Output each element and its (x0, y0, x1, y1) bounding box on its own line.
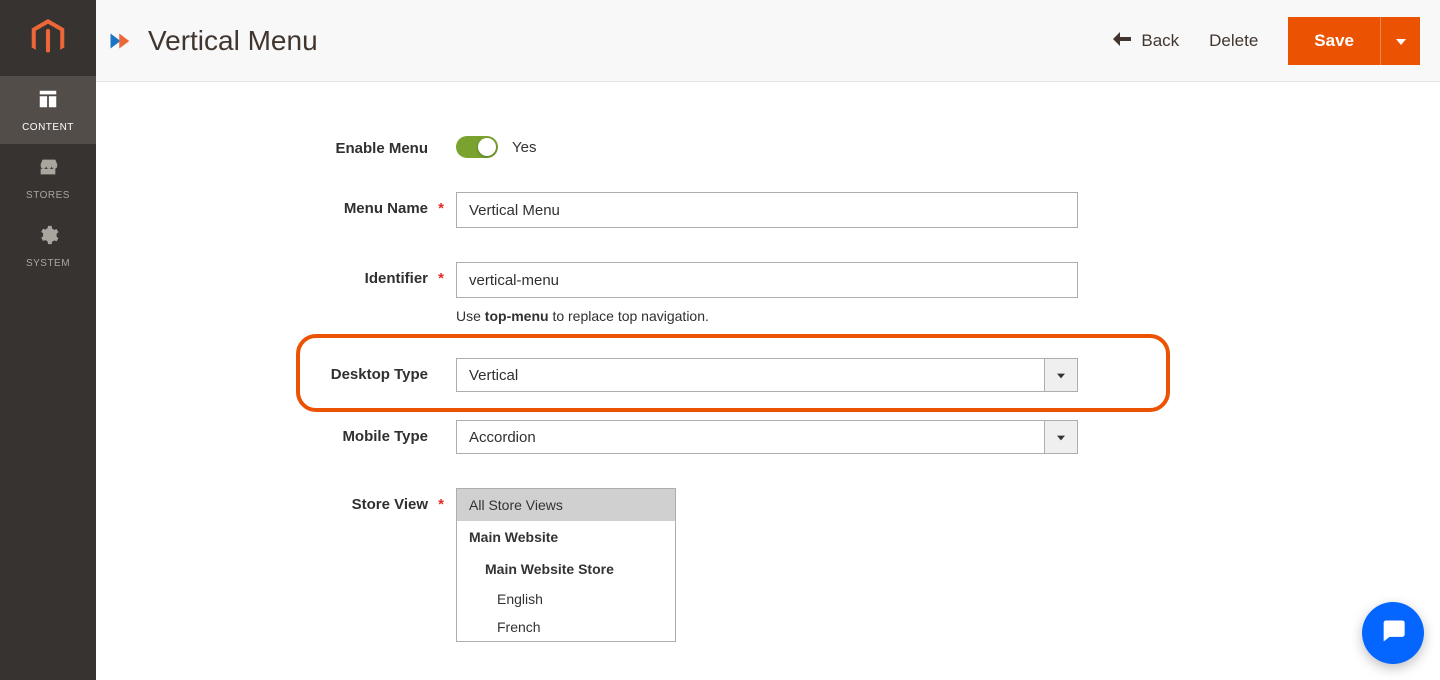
chevron-down-icon (1057, 366, 1065, 384)
store-option-all[interactable]: All Store Views (457, 489, 675, 521)
store-option-english[interactable]: English (457, 585, 675, 613)
menu-name-input[interactable] (456, 192, 1078, 228)
field-label: Menu Name (96, 192, 456, 217)
stores-icon (37, 156, 59, 184)
select-toggle[interactable] (1044, 358, 1078, 392)
save-button[interactable]: Save (1288, 17, 1380, 65)
system-icon (37, 224, 59, 252)
identifier-input[interactable] (456, 262, 1078, 298)
select-value: Accordion (456, 420, 1044, 454)
magento-logo[interactable] (0, 0, 96, 76)
toggle-knob (478, 138, 496, 156)
field-mobile-type: Mobile Type Accordion (96, 420, 1400, 454)
sidebar-item-system[interactable]: SYSTEM (0, 212, 96, 280)
back-button[interactable]: Back (1113, 31, 1179, 51)
sidebar-item-stores[interactable]: STORES (0, 144, 96, 212)
content-icon (37, 88, 59, 116)
mobile-type-select[interactable]: Accordion (456, 420, 1078, 454)
field-label: Store View (96, 488, 456, 513)
sidebar-item-label: CONTENT (22, 122, 74, 133)
sidebar-item-label: STORES (26, 190, 70, 201)
field-label: Desktop Type (96, 358, 456, 383)
identifier-hint: Use top-menu to replace top navigation. (456, 308, 1078, 324)
store-view-listbox[interactable]: All Store Views Main Website Main Websit… (456, 488, 676, 642)
store-option-french[interactable]: French (457, 613, 675, 641)
sidebar-item-label: SYSTEM (26, 258, 70, 269)
delete-label: Delete (1209, 31, 1258, 50)
field-store-view: Store View All Store Views Main Website … (96, 488, 1400, 642)
sidebar-item-content[interactable]: CONTENT (0, 76, 96, 144)
field-label: Enable Menu (96, 132, 456, 157)
chevron-down-icon (1396, 33, 1406, 48)
back-label: Back (1141, 31, 1179, 51)
field-desktop-type: Desktop Type Vertical (96, 358, 1400, 392)
chat-icon (1378, 617, 1408, 650)
admin-sidebar: CONTENT STORES SYSTEM (0, 0, 96, 680)
page-header: Vertical Menu Back Delete Save (96, 0, 1440, 82)
enable-menu-toggle[interactable] (456, 136, 498, 158)
field-label: Mobile Type (96, 420, 456, 445)
select-toggle[interactable] (1044, 420, 1078, 454)
field-label: Identifier (96, 262, 456, 287)
toggle-state-label: Yes (512, 139, 536, 156)
main-content: Vertical Menu Back Delete Save (96, 0, 1440, 680)
store-group-website[interactable]: Main Website (457, 521, 675, 553)
chevron-down-icon (1057, 428, 1065, 446)
menu-form: Enable Menu Yes Menu Name Identifier (96, 82, 1440, 676)
save-dropdown-toggle[interactable] (1380, 17, 1420, 65)
field-enable-menu: Enable Menu Yes (96, 132, 1400, 158)
arrow-left-icon (1113, 31, 1131, 51)
page-title: Vertical Menu (148, 25, 318, 57)
select-value: Vertical (456, 358, 1044, 392)
module-icon (108, 26, 138, 56)
store-group-store[interactable]: Main Website Store (457, 553, 675, 585)
chat-widget[interactable] (1362, 602, 1424, 664)
desktop-type-select[interactable]: Vertical (456, 358, 1078, 392)
delete-button[interactable]: Delete (1209, 31, 1258, 51)
field-identifier: Identifier Use top-menu to replace top n… (96, 262, 1400, 324)
field-menu-name: Menu Name (96, 192, 1400, 228)
